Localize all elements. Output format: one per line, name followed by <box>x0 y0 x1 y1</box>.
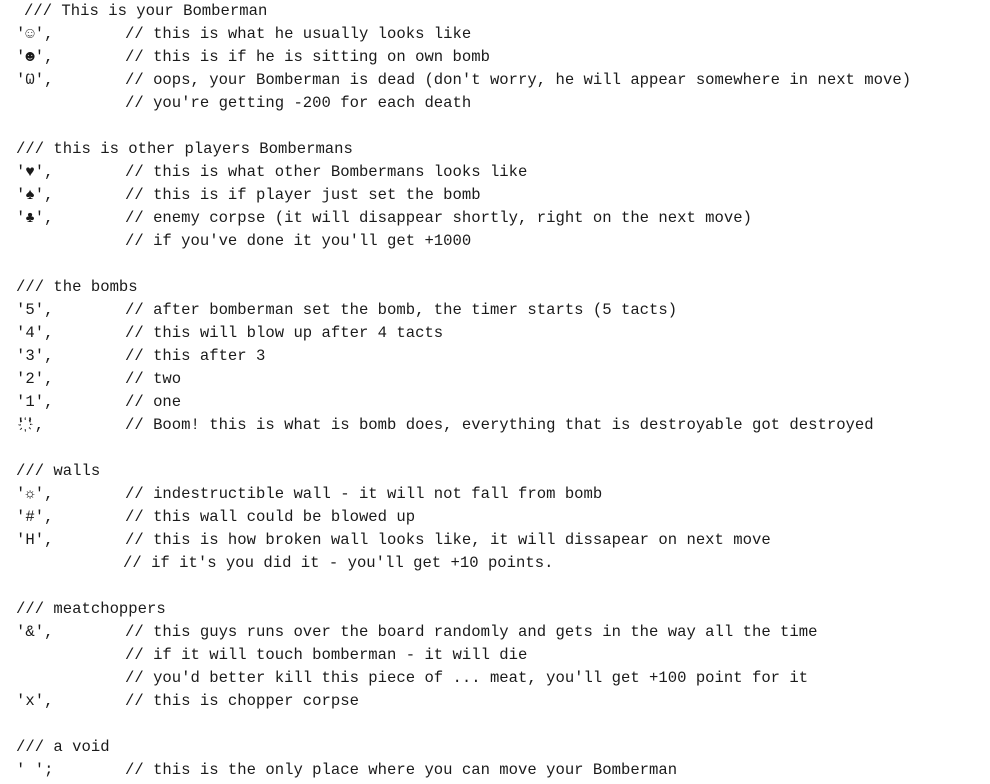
legend-comment: // you'd better kill this piece of ... m… <box>125 669 809 687</box>
legend-comment: // enemy corpse (it will disappear short… <box>125 209 752 227</box>
legend-line: // if it's you did it - you'll get +10 p… <box>16 552 986 575</box>
section-heading: /// the bombs <box>16 276 986 299</box>
legend-symbol: '☺', <box>16 25 54 43</box>
legend-comment: // if you've done it you'll get +1000 <box>125 232 472 250</box>
legend-line: '2', // two <box>16 368 986 391</box>
legend-comment: // after bomberman set the bomb, the tim… <box>125 301 678 319</box>
legend-line: '҉', // Boom! this is what is bomb does, … <box>16 414 986 437</box>
legend-comment: // Boom! this is what is bomb does, ever… <box>125 416 874 434</box>
legend-comment: // you're getting -200 for each death <box>125 94 472 112</box>
legend-line: 'x', // this is chopper corpse <box>16 690 986 713</box>
legend-symbol: 'H', <box>16 531 54 549</box>
legend-line: '♥', // this is what other Bombermans loo… <box>16 161 986 184</box>
legend-line: '♣', // enemy corpse (it will disappear s… <box>16 207 986 230</box>
legend-comment: // if it will touch bomberman - it will … <box>125 646 528 664</box>
legend-symbol: '☼', <box>16 485 54 503</box>
legend-comment: // this is if he is sitting on own bomb <box>125 48 490 66</box>
section-heading-text: /// This is your Bomberman <box>24 2 268 20</box>
legend-symbol: '3', <box>16 347 54 365</box>
legend-comment: // this is what he usually looks like <box>125 25 472 43</box>
legend-symbol: '♠', <box>16 186 54 204</box>
legend-comment: // if it's you did it - you'll get +10 p… <box>123 554 554 572</box>
legend-symbol: '♣', <box>16 209 54 227</box>
legend-document: /// This is your Bomberman '☺', // this i… <box>16 0 986 782</box>
legend-comment: // this will blow up after 4 tacts <box>125 324 444 342</box>
legend-symbol: '5', <box>16 301 54 319</box>
legend-symbol: 'x', <box>16 692 54 710</box>
legend-symbol: '♥', <box>16 163 54 181</box>
legend-comment: // indestructible wall - it will not fal… <box>125 485 603 503</box>
section-heading-text: /// walls <box>16 462 101 480</box>
legend-comment: // this is what other Bombermans looks l… <box>125 163 528 181</box>
legend-line: // you're getting -200 for each death <box>16 92 986 115</box>
legend-symbol: '#', <box>16 508 54 526</box>
legend-comment: // oops, your Bomberman is dead (don't w… <box>125 71 912 89</box>
section-heading-text: /// this is other players Bombermans <box>16 140 353 158</box>
legend-line: '☺', // this is what he usually looks lik… <box>16 23 986 46</box>
legend-symbol: '1', <box>16 393 54 411</box>
legend-comment: // this after 3 <box>125 347 266 365</box>
legend-line: 'H', // this is how broken wall looks lik… <box>16 529 986 552</box>
legend-line: '☻', // this is if he is sitting on own b… <box>16 46 986 69</box>
legend-symbol: 'Ѡ', <box>16 71 54 89</box>
section-heading-text: /// meatchoppers <box>16 600 166 618</box>
legend-symbol: '☻', <box>16 48 54 66</box>
legend-symbol: '2', <box>16 370 54 388</box>
legend-comment: // one <box>125 393 182 411</box>
section-heading: /// This is your Bomberman <box>16 0 986 23</box>
legend-comment: // this is the only place where you can … <box>125 761 678 779</box>
legend-symbol: '҉', <box>16 416 45 434</box>
section-heading: /// this is other players Bombermans <box>16 138 986 161</box>
legend-line: '♠', // this is if player just set the bo… <box>16 184 986 207</box>
legend-symbol: ' '; <box>16 761 54 779</box>
section-heading-text: /// a void <box>16 738 110 756</box>
legend-line: '3', // this after 3 <box>16 345 986 368</box>
legend-line: // if you've done it you'll get +1000 <box>16 230 986 253</box>
legend-comment: // this is if player just set the bomb <box>125 186 481 204</box>
legend-line: '1', // one <box>16 391 986 414</box>
legend-line: '5', // after bomberman set the bomb, the… <box>16 299 986 322</box>
legend-line: // you'd better kill this piece of ... m… <box>16 667 986 690</box>
section-heading: /// walls <box>16 460 986 483</box>
section-heading: /// meatchoppers <box>16 598 986 621</box>
section-heading-text: /// the bombs <box>16 278 138 296</box>
legend-line: '☼', // indestructible wall - it will not… <box>16 483 986 506</box>
legend-line: ' '; // this is the only place where you … <box>16 759 986 782</box>
legend-comment: // this is how broken wall looks like, i… <box>125 531 771 549</box>
legend-line: // if it will touch bomberman - it will … <box>16 644 986 667</box>
legend-symbol: '4', <box>16 324 54 342</box>
legend-line: '&', // this guys runs over the board ran… <box>16 621 986 644</box>
legend-line: 'Ѡ', // oops, your Bomberman is dead (don… <box>16 69 986 92</box>
legend-comment: // this guys runs over the board randoml… <box>125 623 818 641</box>
legend-symbol: '&', <box>16 623 54 641</box>
legend-comment: // this is chopper corpse <box>125 692 359 710</box>
section-heading: /// a void <box>16 736 986 759</box>
legend-comment: // this wall could be blowed up <box>125 508 416 526</box>
legend-line: '#', // this wall could be blowed up <box>16 506 986 529</box>
legend-comment: // two <box>125 370 182 388</box>
legend-line: '4', // this will blow up after 4 tacts <box>16 322 986 345</box>
